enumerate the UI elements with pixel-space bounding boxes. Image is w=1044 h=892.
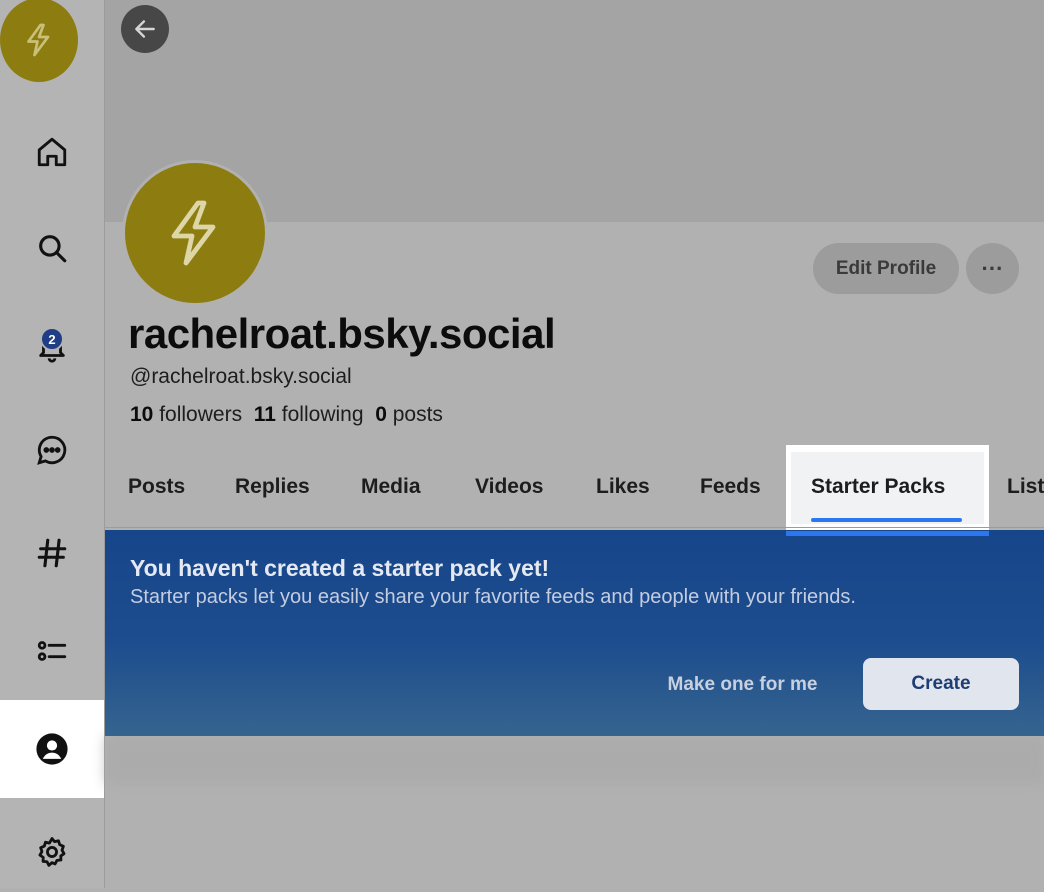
tab-posts[interactable]: Posts <box>128 445 185 528</box>
active-tab-indicator <box>811 518 962 522</box>
profile-display-name: rachelroat.bsky.social <box>128 310 556 357</box>
make-one-for-me-button[interactable]: Make one for me <box>650 660 835 710</box>
sidebar-item-lists[interactable] <box>0 611 104 691</box>
back-button[interactable] <box>121 5 169 53</box>
tab-starter-packs[interactable]: Starter Packs <box>811 445 945 528</box>
search-icon <box>39 235 67 263</box>
sidebar-item-home[interactable] <box>0 112 104 192</box>
posts-count: 0 <box>375 403 387 426</box>
sidebar-item-chat[interactable] <box>0 410 104 490</box>
followers-count: 10 <box>130 403 154 426</box>
arrow-left-icon <box>135 20 155 38</box>
sidebar-item-search[interactable] <box>0 208 104 288</box>
followers-label[interactable]: followers <box>159 403 242 426</box>
profile-avatar[interactable] <box>122 160 268 306</box>
sidebar-item-profile[interactable] <box>0 700 104 798</box>
starter-pack-description: Starter packs let you easily share your … <box>130 586 856 608</box>
following-count: 11 <box>253 403 276 426</box>
sidebar-item-feeds[interactable] <box>0 513 104 593</box>
tab-replies[interactable]: Replies <box>235 445 310 528</box>
tab-lists[interactable]: Lists <box>1007 445 1044 528</box>
card-shadow <box>105 736 1044 784</box>
profile-tabs: Posts Replies Media Videos Likes Feeds S… <box>105 445 1044 528</box>
tab-likes[interactable]: Likes <box>596 445 650 528</box>
tab-media[interactable]: Media <box>361 445 421 528</box>
tabs-divider <box>105 527 1044 528</box>
following-label[interactable]: following <box>282 403 364 426</box>
posts-label: posts <box>392 403 443 426</box>
tab-videos[interactable]: Videos <box>475 445 543 528</box>
home-icon <box>37 137 67 167</box>
starter-pack-title: You haven't created a starter pack yet! <box>130 555 550 581</box>
create-button[interactable]: Create <box>863 658 1019 710</box>
sidebar: 2 <box>0 0 105 888</box>
hashtag-icon <box>37 538 67 568</box>
gear-icon <box>38 837 66 867</box>
lists-icon <box>37 641 67 661</box>
more-options-button[interactable]: ··· <box>966 243 1019 294</box>
active-tab-highlight-bottom <box>786 531 989 536</box>
tab-feeds[interactable]: Feeds <box>700 445 761 528</box>
lightning-icon <box>171 200 216 266</box>
sidebar-item-settings[interactable] <box>0 812 104 892</box>
notification-badge: 2 <box>40 327 64 351</box>
lightning-icon <box>27 23 50 57</box>
edit-profile-button[interactable]: Edit Profile <box>813 243 959 294</box>
profile-stats: 10 followers 11 following 0 posts <box>130 403 443 427</box>
profile-icon <box>36 733 68 765</box>
user-avatar-small[interactable] <box>0 0 78 82</box>
chat-icon <box>37 435 67 465</box>
profile-handle: @rachelroat.bsky.social <box>130 365 352 388</box>
